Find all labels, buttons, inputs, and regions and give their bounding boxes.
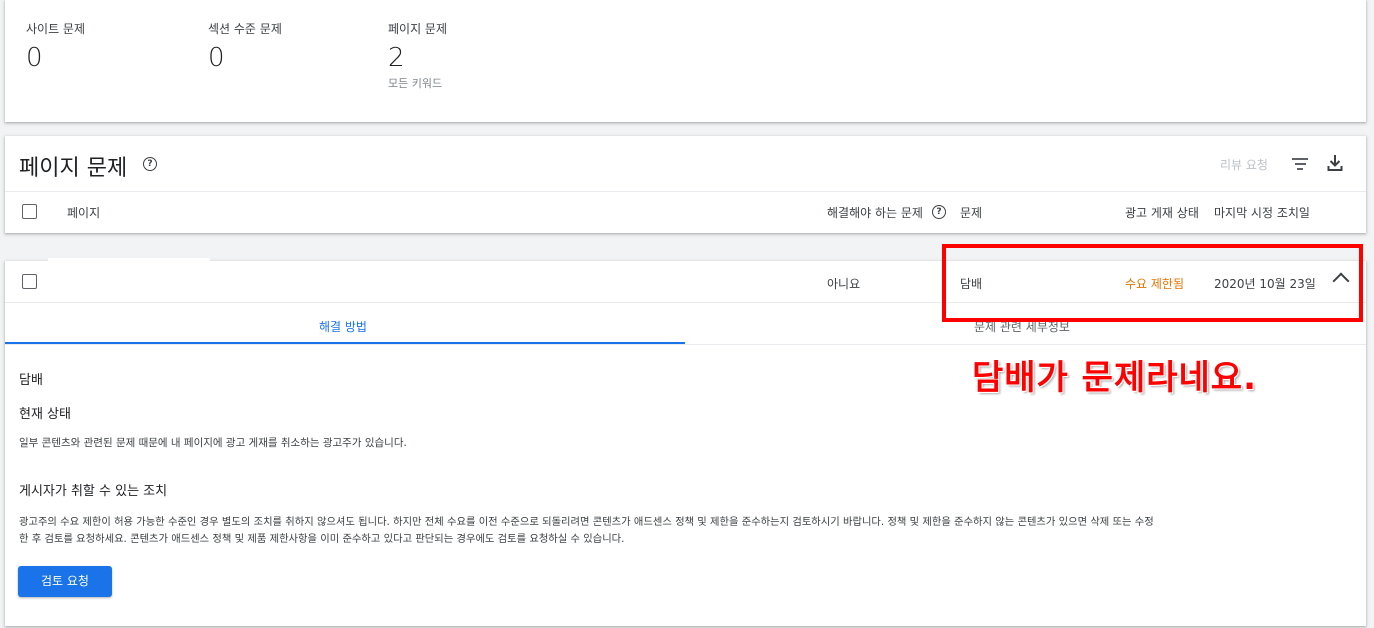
tab-divider: [5, 344, 1366, 345]
section-issues-metric[interactable]: 섹션 수준 문제 0: [208, 20, 282, 73]
page-issues-sub: 모든 키워드: [388, 77, 443, 90]
page-title: 페이지 문제: [19, 156, 128, 181]
select-all-checkbox[interactable]: [22, 204, 37, 219]
column-header-issue[interactable]: 문제: [960, 204, 982, 221]
page-issues-metric[interactable]: 페이지 문제 2 모든 키워드: [388, 20, 447, 91]
page-issues-value: 2: [388, 43, 405, 73]
site-issues-value: 0: [26, 43, 43, 73]
section-issues-label: 섹션 수준 문제: [208, 22, 282, 36]
annotation-highlight-box: [942, 244, 1363, 322]
redacted-url: [48, 258, 210, 302]
column-header-ad-status[interactable]: 광고 게재 상태: [1125, 204, 1199, 221]
header-divider: [5, 191, 1366, 192]
actions-text-line2: 한 후 검토를 요청하세요. 콘텐츠가 애드센스 정책 및 제품 제한사항을 이…: [19, 533, 625, 545]
column-header-page[interactable]: 페이지: [67, 204, 100, 221]
download-icon[interactable]: [1327, 154, 1343, 172]
page-issues-card: 페이지 문제 ? 리뷰 요청 페이지 해결해야 하는 문제 ? 문제 광고 게재…: [5, 136, 1366, 233]
row-must-fix: 아니요: [827, 277, 861, 291]
column-help-icon[interactable]: ?: [932, 205, 946, 219]
site-issues-metric[interactable]: 사이트 문제 0: [26, 20, 85, 73]
active-tab-indicator: [5, 342, 685, 344]
issue-name: 담배: [19, 373, 43, 388]
column-header-last-action[interactable]: 마지막 시정 조치일: [1214, 204, 1310, 221]
page-issues-label: 페이지 문제: [388, 22, 448, 36]
help-circle-icon[interactable]: ?: [143, 157, 157, 171]
site-issues-label: 사이트 문제: [26, 22, 86, 36]
review-request-button[interactable]: 검토 요청: [18, 566, 112, 597]
section-issues-value: 0: [208, 43, 225, 73]
annotation-text: 담배가 문제라네요.: [972, 358, 1257, 398]
summary-card: 사이트 문제 0 섹션 수준 문제 0 페이지 문제 2 모든 키워드: [5, 0, 1366, 122]
actions-text-line1: 광고주의 수요 제한이 허용 가능한 수준인 경우 별도의 조치를 취하지 않으…: [19, 516, 1154, 528]
current-status-heading: 현재 상태: [19, 407, 71, 422]
current-status-text: 일부 콘텐츠와 관련된 문제 때문에 내 페이지에 광고 게재를 취소하는 광고…: [19, 437, 407, 449]
review-request-link[interactable]: 리뷰 요청: [1220, 156, 1268, 173]
column-header-must-fix[interactable]: 해결해야 하는 문제: [827, 204, 923, 221]
row-checkbox[interactable]: [22, 274, 37, 289]
tab-fix[interactable]: 해결 방법: [319, 318, 367, 335]
filter-icon[interactable]: [1292, 158, 1308, 170]
actions-heading: 게시자가 취할 수 있는 조치: [19, 484, 168, 499]
